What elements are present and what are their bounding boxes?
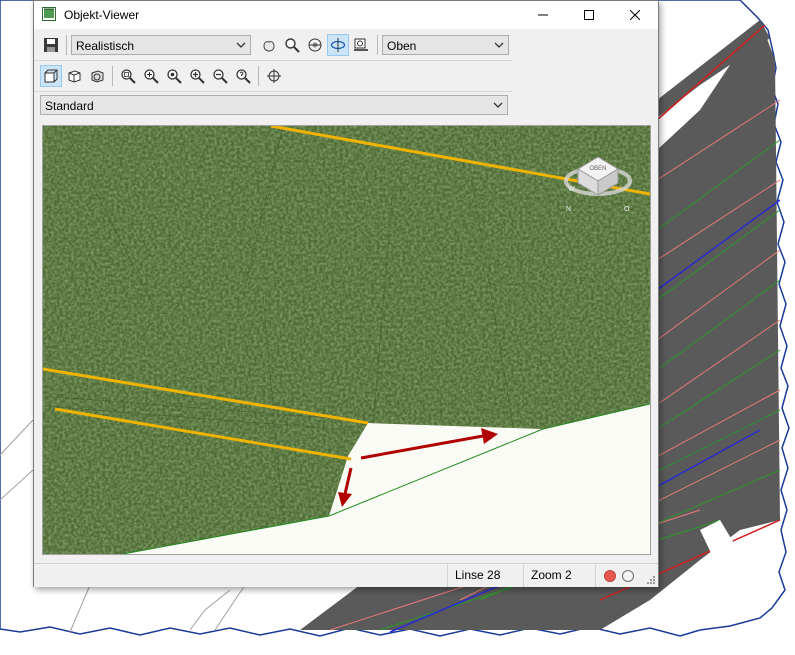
objekt-viewer-window: Objekt-Viewer Realistisch Oben Standard … [33,0,659,587]
zoom-in-button[interactable] [186,65,208,87]
view-direction-select[interactable]: Oben [382,35,509,55]
compass-west-label: W [568,186,575,193]
toolbar-separator [66,35,67,55]
zoom-help-icon [236,69,251,84]
zoom-help-button[interactable] [232,65,254,87]
window-title: Objekt-Viewer [64,8,140,22]
cube-icon [44,69,58,83]
visual-style-value: Realistisch [76,39,135,53]
save-icon [44,38,58,52]
zoom-button[interactable] [281,34,303,56]
center-target-button[interactable] [263,65,285,87]
camera-icon [354,38,368,51]
toolbar-separator [377,35,378,55]
zoom-out-button[interactable] [209,65,231,87]
view-cube-render-button[interactable] [86,65,108,87]
pan-button[interactable] [258,34,280,56]
status-gray-indicator[interactable] [622,570,634,582]
continuous-orbit-button[interactable] [327,34,349,56]
visual-style-select[interactable]: Realistisch [71,35,251,55]
toolbar-visual: Realistisch Oben [34,32,512,58]
chevron-down-icon [236,42,246,48]
zoom-object-icon [167,69,182,84]
maximize-button[interactable] [566,1,612,29]
camera-settings-button[interactable] [350,34,372,56]
minimize-button[interactable] [520,1,566,29]
viewcube-face-label: OBEN [589,166,606,172]
zoom-in-icon [190,69,205,84]
view-cube-iso-button[interactable] [63,65,85,87]
toolbar-divider [34,60,512,61]
chevron-down-icon [493,102,503,108]
maximize-icon [584,10,594,20]
status-bar: Linse 28 Zoom 2 [34,563,658,587]
view-preset-value: Standard [45,99,94,113]
zoom-object-button[interactable] [163,65,185,87]
status-lens-text: Linse 28 [455,568,501,582]
minimize-icon [538,14,548,16]
continuous-orbit-icon [330,38,346,52]
viewport-scene: OBEN W N O [43,126,650,554]
pan-hand-icon [263,41,275,52]
status-lens: Linse 28 [447,564,525,587]
app-icon [42,7,56,21]
close-icon [630,10,640,20]
resize-grip-icon[interactable] [646,575,656,585]
zoom-center-icon [144,69,159,84]
zoom-window-icon [121,69,136,84]
orbit-button[interactable] [304,34,326,56]
zoom-window-button[interactable] [117,65,139,87]
status-indicators [595,564,643,587]
view-direction-value: Oben [387,39,417,53]
toolbar-divider [34,91,512,92]
chevron-down-icon [494,42,504,48]
orbit-icon [308,38,322,52]
view-preset-select[interactable]: Standard [40,95,508,115]
toolbar-separator [258,66,259,86]
zoom-center-button[interactable] [140,65,162,87]
status-zoom-text: Zoom 2 [531,568,572,582]
toolbar-separator [112,66,113,86]
toolbar-view [34,63,512,89]
save-button[interactable] [40,34,62,56]
crosshair-icon [267,69,281,83]
compass-north-label: N [566,206,571,213]
cube-render-icon [91,70,104,83]
title-bar[interactable]: Objekt-Viewer [34,1,658,29]
zoom-out-icon [213,69,228,84]
magnifier-icon [285,38,300,53]
status-zoom: Zoom 2 [523,564,595,587]
view-cube-front-button[interactable] [40,65,62,87]
close-button[interactable] [612,1,658,29]
3d-viewport[interactable]: OBEN W N O [42,125,651,555]
status-red-indicator[interactable] [604,570,616,582]
cube-iso-icon [68,70,81,83]
compass-east-label: O [624,206,630,213]
